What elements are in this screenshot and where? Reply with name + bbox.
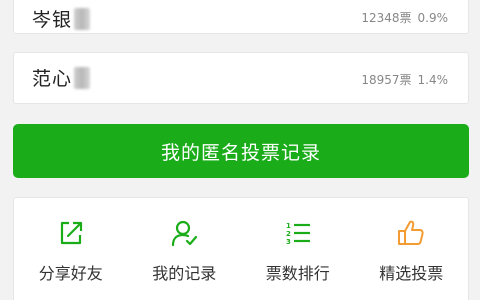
name-blur-mask	[74, 66, 91, 89]
action-panel: 分享好友 我的记录 1 2 3 票数排行 精选投票	[13, 197, 469, 300]
candidate-name: 范心	[32, 64, 91, 91]
share-friends-button[interactable]: 分享好友	[14, 198, 128, 300]
candidate-name-text: 岑银	[32, 9, 73, 31]
vote-ranking-button[interactable]: 1 2 3 票数排行	[241, 198, 355, 300]
action-label: 我的记录	[152, 264, 217, 283]
candidate-name: 岑银	[32, 5, 91, 32]
name-blur-mask	[74, 7, 91, 30]
vote-page: 岑银 12348票 0.9% 范心 18957票 1.4% 我的匿名投票记录 分享好…	[0, 0, 480, 300]
vote-count: 12348票	[361, 11, 412, 25]
share-icon	[60, 221, 82, 245]
action-label: 票数排行	[265, 264, 330, 283]
vote-count: 18957票	[361, 73, 412, 87]
candidate-row[interactable]: 范心 18957票 1.4%	[13, 52, 469, 104]
vote-percent: 1.4%	[417, 73, 449, 87]
featured-votes-button[interactable]: 精选投票	[355, 198, 469, 300]
vote-percent: 0.9%	[417, 11, 449, 25]
candidate-name-text: 范心	[32, 68, 73, 90]
candidate-stats: 12348票 0.9%	[361, 9, 448, 26]
ranking-list-icon: 1 2 3	[286, 222, 310, 246]
svg-text:1: 1	[286, 222, 291, 230]
candidate-row[interactable]: 岑银 12348票 0.9%	[13, 0, 469, 34]
candidate-stats: 18957票 1.4%	[361, 71, 448, 88]
action-label: 精选投票	[379, 264, 444, 283]
svg-text:3: 3	[286, 238, 291, 246]
action-label: 分享好友	[38, 264, 103, 283]
anonymous-vote-record-button[interactable]: 我的匿名投票记录	[13, 124, 469, 178]
my-records-button[interactable]: 我的记录	[128, 198, 242, 300]
thumbs-up-icon	[398, 220, 424, 245]
svg-text:2: 2	[286, 230, 291, 238]
user-check-icon	[172, 220, 198, 247]
